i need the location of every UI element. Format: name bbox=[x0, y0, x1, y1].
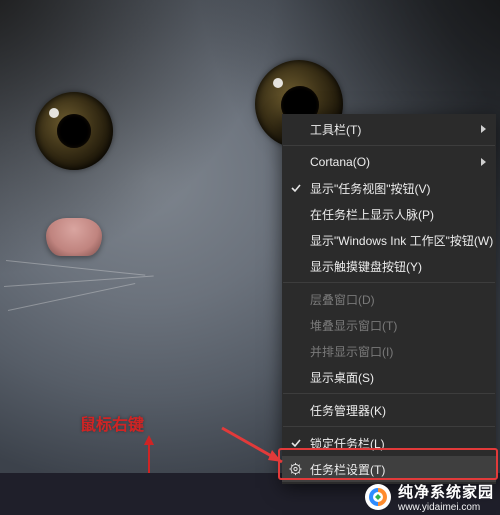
menu-item-stack[interactable]: 堆叠显示窗口(T) bbox=[282, 312, 496, 338]
menu-item-show-task-view[interactable]: 显示"任务视图"按钮(V) bbox=[282, 175, 496, 201]
chevron-right-icon bbox=[481, 125, 486, 133]
menu-item-show-ink[interactable]: 显示"Windows Ink 工作区"按钮(W) bbox=[282, 227, 496, 253]
menu-label: 锁定任务栏(L) bbox=[310, 435, 385, 452]
watermark-title: 纯净系统家园 bbox=[398, 481, 494, 502]
menu-item-lock-taskbar[interactable]: 锁定任务栏(L) bbox=[282, 430, 496, 456]
menu-label: 显示"任务视图"按钮(V) bbox=[310, 180, 431, 197]
watermark-text: 纯净系统家园 www.yidaimei.com bbox=[398, 481, 494, 513]
menu-label: 并排显示窗口(I) bbox=[310, 343, 393, 360]
watermark: 纯净系统家园 www.yidaimei.com bbox=[364, 481, 494, 513]
menu-item-show-touch-keyboard[interactable]: 显示触摸键盘按钮(Y) bbox=[282, 253, 496, 279]
menu-label: 工具栏(T) bbox=[310, 121, 361, 138]
menu-label: 显示"Windows Ink 工作区"按钮(W) bbox=[310, 232, 493, 249]
menu-label: 显示桌面(S) bbox=[310, 369, 374, 386]
menu-label: 任务管理器(K) bbox=[310, 402, 386, 419]
watermark-logo-icon bbox=[364, 483, 392, 511]
annotation-right-click-label: 鼠标右键 bbox=[80, 411, 144, 435]
menu-item-side-by-side[interactable]: 并排显示窗口(I) bbox=[282, 338, 496, 364]
menu-item-toolbars[interactable]: 工具栏(T) bbox=[282, 116, 496, 142]
menu-label: 在任务栏上显示人脉(P) bbox=[310, 206, 434, 223]
menu-item-cascade[interactable]: 层叠窗口(D) bbox=[282, 286, 496, 312]
taskbar-context-menu: 工具栏(T) Cortana(O) 显示"任务视图"按钮(V) 在任务栏上显示人… bbox=[282, 114, 496, 484]
cat-eye-left bbox=[35, 92, 113, 170]
menu-item-cortana[interactable]: Cortana(O) bbox=[282, 149, 496, 175]
viewport: 鼠标右键 工具栏(T) Cortana(O) 显示"任务视图"按钮(V) 在任务… bbox=[0, 0, 500, 515]
menu-item-task-manager[interactable]: 任务管理器(K) bbox=[282, 397, 496, 423]
menu-label: 层叠窗口(D) bbox=[310, 291, 375, 308]
watermark-url: www.yidaimei.com bbox=[398, 502, 494, 513]
chevron-right-icon bbox=[481, 158, 486, 166]
menu-separator bbox=[283, 282, 495, 283]
gear-icon bbox=[289, 463, 302, 476]
menu-label: Cortana(O) bbox=[310, 155, 370, 169]
menu-label: 堆叠显示窗口(T) bbox=[310, 317, 397, 334]
menu-separator bbox=[283, 426, 495, 427]
menu-item-show-people[interactable]: 在任务栏上显示人脉(P) bbox=[282, 201, 496, 227]
menu-item-taskbar-settings[interactable]: 任务栏设置(T) bbox=[282, 456, 496, 482]
checkmark-icon bbox=[291, 438, 301, 448]
menu-item-show-desktop[interactable]: 显示桌面(S) bbox=[282, 364, 496, 390]
cat-nose bbox=[46, 218, 102, 256]
menu-separator bbox=[283, 145, 495, 146]
menu-separator bbox=[283, 393, 495, 394]
checkmark-icon bbox=[291, 183, 301, 193]
menu-label: 任务栏设置(T) bbox=[310, 461, 385, 478]
menu-label: 显示触摸键盘按钮(Y) bbox=[310, 258, 422, 275]
